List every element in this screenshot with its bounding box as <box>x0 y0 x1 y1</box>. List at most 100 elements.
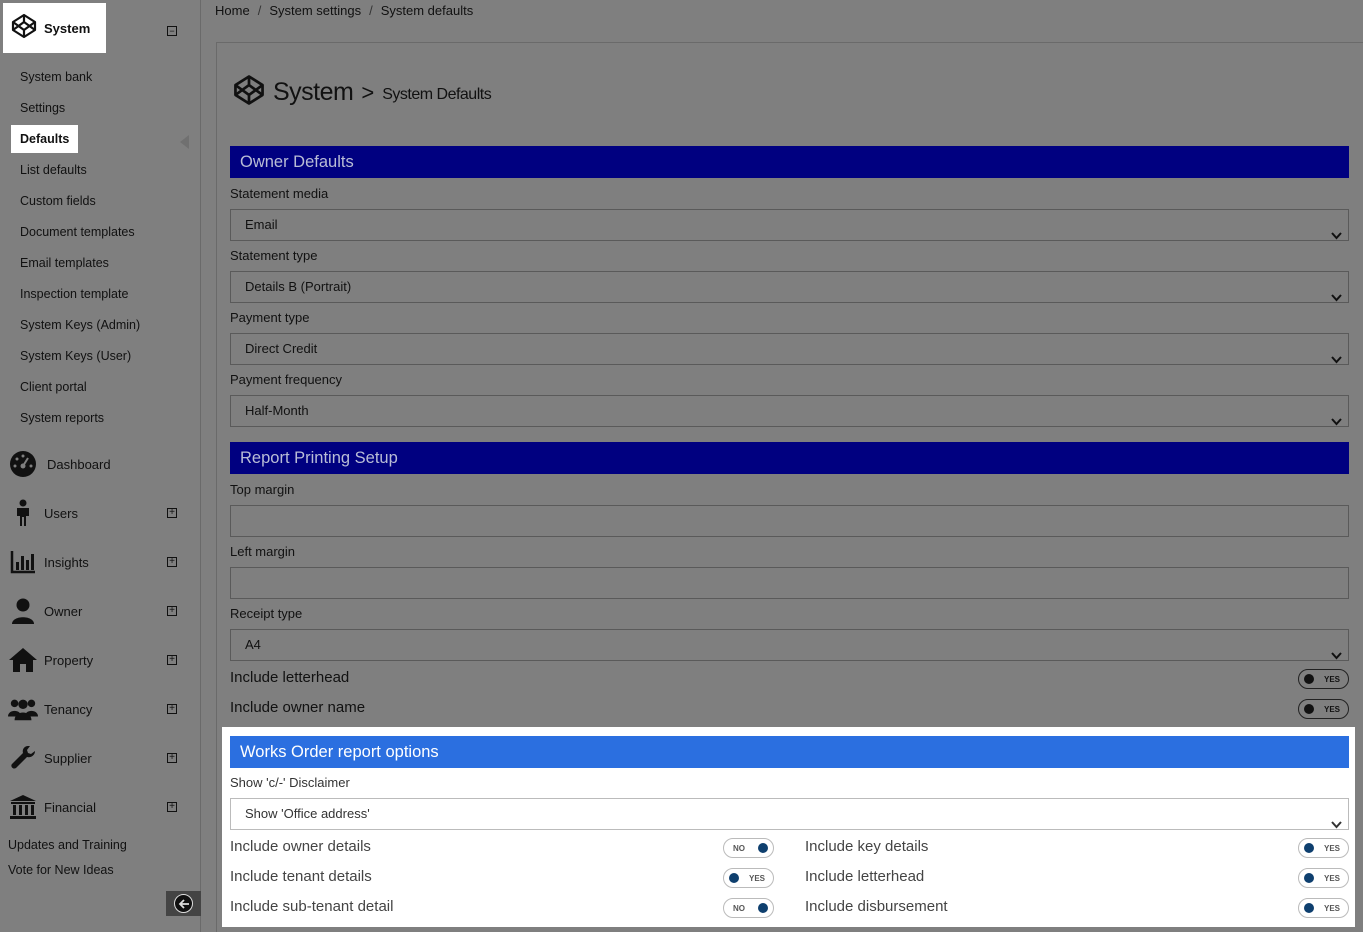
expand-property-icon[interactable]: + <box>167 655 177 665</box>
sidebar-item-system-reports[interactable]: System reports <box>20 411 104 425</box>
toggle-state: NO <box>733 904 745 913</box>
expand-users-icon[interactable]: + <box>167 508 177 518</box>
sidebar-item-financial[interactable]: Financial + <box>8 792 193 822</box>
page-title-separator: > <box>361 79 375 105</box>
collapse-icon[interactable]: − <box>167 26 177 36</box>
sidebar: System − System bank Settings Defaults L… <box>0 0 201 932</box>
include-tenant-details-toggle[interactable]: YES <box>723 868 774 888</box>
sidebar-label-property: Property <box>44 652 94 668</box>
include-letterhead-wo-label: Include letterhead <box>805 868 925 885</box>
statement-media-select[interactable]: Email <box>230 209 1349 241</box>
include-disbursement-label: Include disbursement <box>805 898 948 915</box>
expand-owner-icon[interactable]: + <box>167 606 177 616</box>
receipt-type-value: A4 <box>245 637 261 652</box>
sidebar-item-list-defaults[interactable]: List defaults <box>20 163 87 177</box>
sidebar-label-supplier: Supplier <box>44 750 92 766</box>
toggle-state: YES <box>1323 904 1340 913</box>
toggle-knob <box>758 903 768 913</box>
include-letterhead-wo-toggle[interactable]: YES <box>1298 868 1349 888</box>
sidebar-item-document-templates[interactable]: Document templates <box>20 225 135 239</box>
left-margin-label: Left margin <box>230 544 296 559</box>
toggle-state: YES <box>1323 844 1340 853</box>
disclaimer-select[interactable]: Show 'Office address' <box>230 798 1349 830</box>
statement-type-label: Statement type <box>230 248 318 263</box>
sidebar-item-owner[interactable]: Owner + <box>8 596 193 626</box>
updates-training-link[interactable]: Updates and Training <box>8 838 127 852</box>
arrow-left-icon <box>174 894 193 913</box>
include-key-details-toggle[interactable]: YES <box>1298 838 1349 858</box>
payment-frequency-value: Half-Month <box>245 403 309 418</box>
sidebar-item-dashboard[interactable]: Dashboard <box>8 449 193 479</box>
expand-tenancy-icon[interactable]: + <box>167 704 177 714</box>
sidebar-item-settings[interactable]: Settings <box>20 101 65 115</box>
payment-type-select[interactable]: Direct Credit <box>230 333 1349 365</box>
breadcrumb-home[interactable]: Home <box>215 3 250 18</box>
vote-new-ideas-link[interactable]: Vote for New Ideas <box>8 863 114 877</box>
include-letterhead-toggle[interactable]: YES <box>1298 669 1349 689</box>
sidebar-item-system-bank[interactable]: System bank <box>20 70 92 84</box>
group-icon <box>8 694 38 724</box>
include-tenant-details-label: Include tenant details <box>230 868 372 885</box>
sidebar-item-client-portal[interactable]: Client portal <box>20 380 87 394</box>
include-disbursement-toggle[interactable]: YES <box>1298 898 1349 918</box>
sidebar-item-insights[interactable]: Insights + <box>8 547 193 577</box>
collapse-sidebar-button[interactable] <box>166 891 201 916</box>
disclaimer-value: Show 'Office address' <box>245 806 370 821</box>
include-sub-tenant-detail-toggle[interactable]: NO <box>723 898 774 918</box>
sidebar-item-tenancy[interactable]: Tenancy + <box>8 694 193 724</box>
include-letterhead-label: Include letterhead <box>230 669 350 686</box>
toggle-knob <box>1304 873 1314 883</box>
toggle-knob <box>729 873 739 883</box>
toggle-state: NO <box>733 844 745 853</box>
include-owner-name-toggle[interactable]: YES <box>1298 699 1349 719</box>
sidebar-label-insights: Insights <box>44 554 89 570</box>
system-menu-label: System <box>44 20 91 36</box>
include-sub-tenant-detail-label: Include sub-tenant detail <box>230 898 394 915</box>
expand-financial-icon[interactable]: + <box>167 802 177 812</box>
sidebar-label-owner: Owner <box>44 603 83 619</box>
sidebar-item-inspection-template[interactable]: Inspection template <box>20 287 128 301</box>
chevron-down-icon <box>1331 641 1342 671</box>
sidebar-item-users[interactable]: Users + <box>8 498 193 528</box>
toggle-state: YES <box>1323 705 1340 714</box>
sidebar-item-email-templates[interactable]: Email templates <box>20 256 109 270</box>
bank-icon <box>8 792 38 822</box>
sidebar-item-property[interactable]: Property + <box>8 645 193 675</box>
sidebar-item-custom-fields[interactable]: Custom fields <box>20 194 96 208</box>
left-margin-input[interactable] <box>230 567 1349 599</box>
receipt-type-label: Receipt type <box>230 606 303 621</box>
top-margin-input[interactable] <box>230 505 1349 537</box>
expand-insights-icon[interactable]: + <box>167 557 177 567</box>
statement-type-select[interactable]: Details B (Portrait) <box>230 271 1349 303</box>
payment-type-label: Payment type <box>230 310 310 325</box>
include-key-details-label: Include key details <box>805 838 929 855</box>
breadcrumb-system-settings[interactable]: System settings <box>269 3 361 18</box>
toggle-knob <box>758 843 768 853</box>
include-owner-details-toggle[interactable]: NO <box>723 838 774 858</box>
receipt-type-select[interactable]: A4 <box>230 629 1349 661</box>
sidebar-item-supplier[interactable]: Supplier + <box>8 743 193 773</box>
expand-supplier-icon[interactable]: + <box>167 753 177 763</box>
sidebar-label-dashboard: Dashboard <box>47 456 111 472</box>
chevron-down-icon <box>1331 221 1342 251</box>
statement-media-label: Statement media <box>230 186 329 201</box>
payment-type-value: Direct Credit <box>245 341 318 356</box>
person-icon <box>8 498 38 528</box>
sidebar-item-defaults[interactable]: Defaults <box>11 125 79 153</box>
toggle-knob <box>1304 674 1314 684</box>
user-icon <box>8 596 38 626</box>
toggle-state: YES <box>1323 675 1340 684</box>
toggle-knob <box>1304 843 1314 853</box>
chevron-down-icon <box>1331 407 1342 437</box>
page-title: System > System Defaults <box>233 74 492 111</box>
report-printing-heading: Report Printing Setup <box>230 442 1349 474</box>
active-indicator-caret <box>180 135 189 149</box>
system-menu-header[interactable]: System <box>3 3 106 53</box>
breadcrumb: Home / System settings / System defaults <box>215 3 473 18</box>
sidebar-item-system-keys-admin[interactable]: System Keys (Admin) <box>20 318 140 332</box>
sidebar-item-system-keys-user[interactable]: System Keys (User) <box>20 349 131 363</box>
breadcrumb-separator: / <box>369 3 373 18</box>
chevron-down-icon <box>1331 283 1342 313</box>
sidebar-label-users: Users <box>44 505 78 521</box>
payment-frequency-select[interactable]: Half-Month <box>230 395 1349 427</box>
